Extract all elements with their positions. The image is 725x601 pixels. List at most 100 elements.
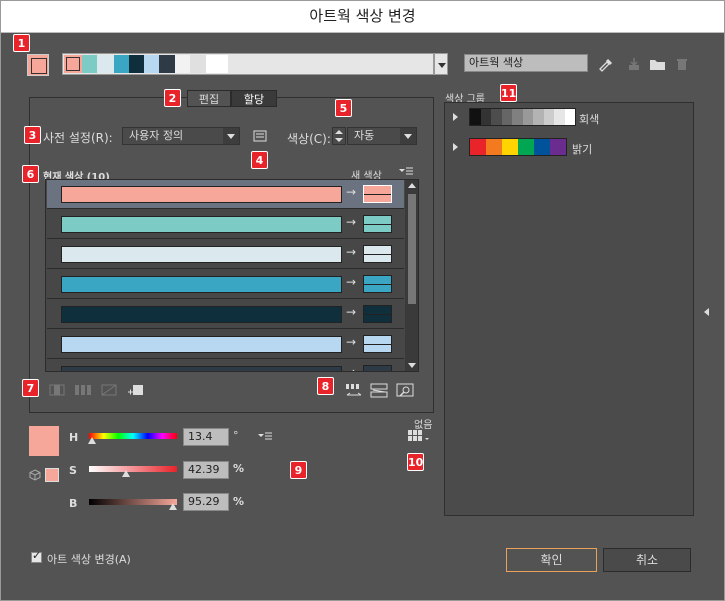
- group-color-cell[interactable]: [470, 139, 486, 155]
- cancel-button[interactable]: 취소: [603, 548, 691, 572]
- brightness-slider[interactable]: [89, 499, 177, 505]
- arrow-right-icon[interactable]: →: [346, 305, 356, 319]
- scroll-down-icon[interactable]: [408, 363, 416, 368]
- group-color-cell[interactable]: [554, 109, 565, 125]
- group-color-cell[interactable]: [480, 109, 491, 125]
- new-color-swatch[interactable]: [363, 365, 392, 371]
- group-color-cell[interactable]: [564, 109, 575, 125]
- active-color-swatch[interactable]: [29, 426, 59, 456]
- scroll-up-icon[interactable]: [408, 183, 416, 188]
- color-group-row[interactable]: 회색: [446, 103, 692, 133]
- new-color-swatch[interactable]: [363, 275, 392, 293]
- color-row[interactable]: →: [47, 330, 404, 359]
- hue-slider[interactable]: [89, 433, 177, 439]
- hue-input[interactable]: 13.4: [183, 428, 229, 446]
- randomize-saturation-icon[interactable]: [370, 383, 388, 399]
- arrow-right-icon[interactable]: →: [346, 365, 356, 371]
- separate-colors-icon[interactable]: [74, 384, 92, 396]
- tab-assign[interactable]: 할당: [231, 90, 277, 107]
- harmony-color-cell[interactable]: [144, 55, 159, 73]
- color-group-row[interactable]: 밝기: [446, 133, 692, 163]
- new-row-icon[interactable]: [127, 383, 145, 397]
- harmony-color-cell[interactable]: [129, 55, 144, 73]
- brightness-slider-thumb[interactable]: [168, 503, 177, 510]
- harmony-color-cell[interactable]: [159, 55, 175, 73]
- group-color-cell[interactable]: [533, 109, 544, 125]
- group-color-cell[interactable]: [491, 109, 502, 125]
- harmony-color-cell[interactable]: [82, 55, 97, 73]
- ok-button[interactable]: 확인: [506, 548, 597, 572]
- saturation-slider[interactable]: [89, 466, 177, 472]
- group-color-cell[interactable]: [501, 109, 512, 125]
- expand-triangle-icon[interactable]: [453, 113, 458, 121]
- recolor-art-checkbox[interactable]: [31, 549, 42, 563]
- harmony-dropdown-button[interactable]: [434, 53, 448, 75]
- group-color-cell[interactable]: [522, 109, 533, 125]
- trash-icon[interactable]: [674, 56, 690, 72]
- limit-color-group-icon[interactable]: [407, 429, 433, 443]
- color-group-strip[interactable]: [469, 108, 576, 126]
- color-group-name-field[interactable]: 아트웍 색상: [464, 54, 588, 72]
- cube-icon[interactable]: [29, 469, 41, 481]
- color-row[interactable]: →: [47, 180, 404, 209]
- group-color-cell[interactable]: [518, 139, 534, 155]
- randomize-order-icon[interactable]: [345, 383, 363, 399]
- group-color-cell[interactable]: [512, 109, 523, 125]
- colors-select[interactable]: 자동: [347, 127, 417, 145]
- preset-options-icon[interactable]: [252, 128, 268, 144]
- harmony-color-cell[interactable]: [64, 55, 82, 73]
- saturation-input[interactable]: 42.39: [183, 461, 229, 479]
- new-color-swatch[interactable]: [363, 245, 392, 263]
- arrow-right-icon[interactable]: →: [346, 335, 356, 349]
- list-scrollbar[interactable]: [405, 180, 418, 371]
- scroll-thumb[interactable]: [408, 194, 416, 304]
- arrow-right-icon[interactable]: →: [346, 245, 356, 259]
- merge-colors-icon[interactable]: [49, 384, 65, 396]
- exclude-colors-icon[interactable]: [101, 384, 117, 396]
- find-color-icon[interactable]: [396, 383, 414, 399]
- harmony-color-cell[interactable]: [190, 55, 206, 73]
- current-color-swatch[interactable]: [27, 54, 49, 76]
- group-color-cell[interactable]: [550, 139, 566, 155]
- hsb-menu-icon[interactable]: [257, 431, 273, 441]
- arrow-right-icon[interactable]: →: [346, 275, 356, 289]
- new-color-swatch[interactable]: [363, 185, 392, 203]
- new-color-swatch[interactable]: [363, 305, 392, 323]
- arrow-right-icon[interactable]: →: [346, 185, 356, 199]
- harmony-color-bar[interactable]: [62, 53, 434, 75]
- preset-select[interactable]: 사용자 정의: [122, 127, 240, 145]
- list-menu-icon[interactable]: [398, 166, 414, 178]
- color-row[interactable]: →: [47, 270, 404, 299]
- group-color-cell[interactable]: [534, 139, 550, 155]
- harmony-color-cell[interactable]: [175, 55, 190, 73]
- new-color-swatch[interactable]: [363, 335, 392, 353]
- current-color-bar[interactable]: [61, 186, 342, 203]
- group-color-cell[interactable]: [486, 139, 502, 155]
- arrow-right-icon[interactable]: →: [346, 215, 356, 229]
- harmony-color-cell[interactable]: [97, 55, 114, 73]
- group-color-cell[interactable]: [543, 109, 554, 125]
- current-color-bar[interactable]: [61, 216, 342, 233]
- tab-edit[interactable]: 편집: [187, 90, 231, 107]
- colors-stepper[interactable]: [332, 127, 346, 145]
- color-row[interactable]: →: [47, 300, 404, 329]
- color-row[interactable]: →: [47, 240, 404, 269]
- color-group-strip[interactable]: [469, 138, 567, 156]
- current-color-bar[interactable]: [61, 306, 342, 323]
- folder-icon[interactable]: [649, 56, 667, 72]
- harmony-color-cell[interactable]: [114, 55, 129, 73]
- color-row[interactable]: →: [47, 360, 404, 371]
- harmony-color-cell[interactable]: [206, 55, 228, 73]
- saturation-slider-thumb[interactable]: [122, 470, 131, 477]
- save-group-icon[interactable]: [626, 56, 642, 72]
- current-color-bar[interactable]: [61, 366, 342, 371]
- current-color-bar[interactable]: [61, 276, 342, 293]
- color-row[interactable]: →: [47, 210, 404, 239]
- new-color-swatch[interactable]: [363, 215, 392, 233]
- hue-slider-thumb[interactable]: [88, 437, 97, 444]
- current-color-bar[interactable]: [61, 336, 342, 353]
- group-color-cell[interactable]: [470, 109, 481, 125]
- current-color-bar[interactable]: [61, 246, 342, 263]
- brightness-input[interactable]: 95.29: [183, 493, 229, 511]
- expand-triangle-icon[interactable]: [453, 143, 458, 151]
